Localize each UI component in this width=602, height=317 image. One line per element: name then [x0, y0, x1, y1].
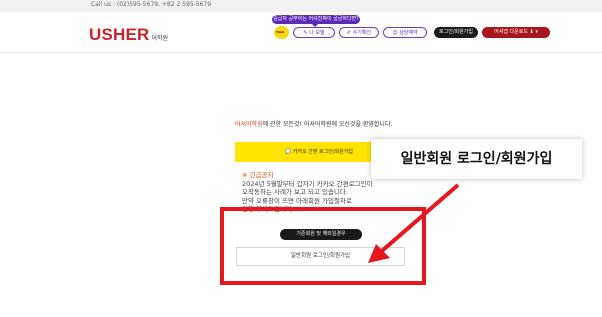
arrow-icon — [368, 183, 460, 263]
